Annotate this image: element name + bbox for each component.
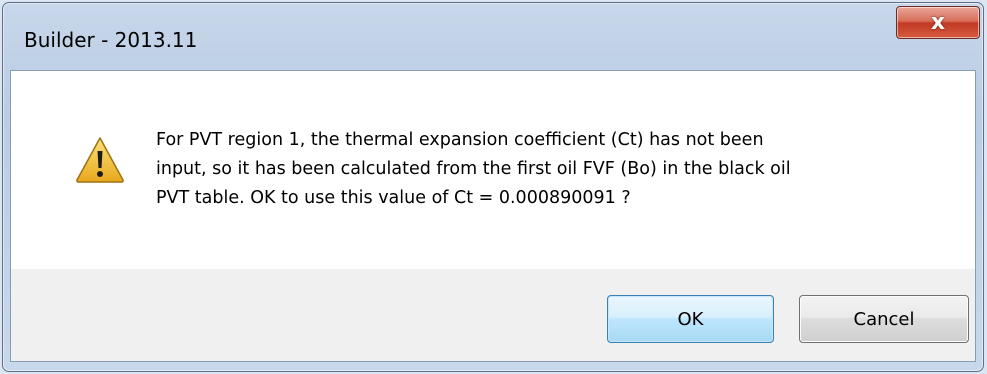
cancel-button[interactable]: Cancel — [799, 295, 969, 343]
message-area: For PVT region 1, the thermal expansion … — [11, 71, 975, 269]
message-line: input, so it has been calculated from th… — [156, 159, 791, 179]
ok-button[interactable]: OK — [607, 295, 774, 343]
warning-icon — [76, 137, 124, 183]
message-line: For PVT region 1, the thermal expansion … — [156, 130, 764, 150]
message-text: For PVT region 1, the thermal expansion … — [156, 126, 946, 213]
close-icon: x — [930, 9, 946, 35]
message-line: PVT table. OK to use this value of Ct = … — [156, 188, 631, 208]
dialog-body: For PVT region 1, the thermal expansion … — [10, 70, 976, 362]
dialog-window: Builder - 2013.11 x For PVT region 1, th… — [2, 2, 984, 372]
close-button[interactable]: x — [896, 6, 980, 39]
title-bar[interactable]: Builder - 2013.11 x — [3, 3, 983, 71]
window-title: Builder - 2013.11 — [24, 28, 198, 52]
